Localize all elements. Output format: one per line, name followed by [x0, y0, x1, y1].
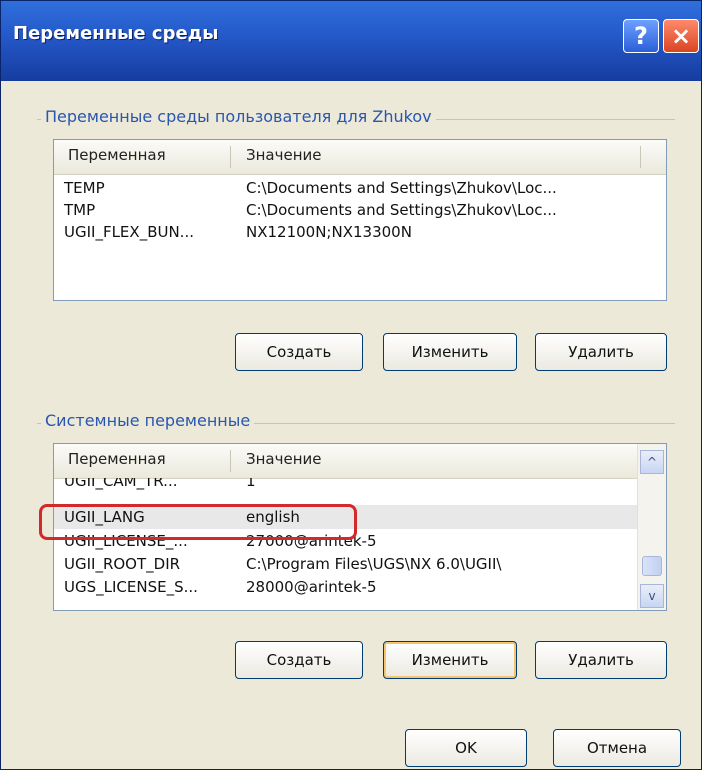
window-title: Переменные среды: [13, 23, 219, 44]
scroll-thumb[interactable]: [642, 556, 662, 576]
close-icon: ×: [670, 22, 692, 50]
column-separator: [640, 146, 641, 168]
list-item[interactable]: UGS_LICENSE_S... 28000@arintek-5: [54, 575, 666, 599]
user-vars-list[interactable]: Переменная Значение TEMP C:\Documents an…: [53, 139, 667, 301]
system-vars-scrollbar[interactable]: ^ v: [637, 444, 666, 610]
scroll-down-button[interactable]: v: [640, 584, 664, 608]
user-delete-button[interactable]: Удалить: [535, 333, 667, 371]
column-header-value[interactable]: Значение: [246, 146, 322, 164]
user-vars-group-title: Переменные среды пользователя для Zhukov: [41, 107, 436, 126]
help-button[interactable]: ?: [623, 19, 659, 53]
list-item[interactable]: UGII_ROOT_DIR C:\Program Files\UGS\NX 6.…: [54, 552, 666, 576]
variable-name: UGII_ROOT_DIR: [64, 555, 181, 573]
chevron-down-icon: v: [648, 589, 656, 603]
list-item[interactable]: TEMP C:\Documents and Settings\Zhukov\Lo…: [54, 176, 666, 200]
variable-name: TEMP: [64, 179, 105, 197]
scroll-up-button[interactable]: ^: [640, 450, 664, 474]
variable-value: 1: [246, 478, 256, 490]
user-edit-button[interactable]: Изменить: [383, 333, 517, 371]
list-item[interactable]: TMP C:\Documents and Settings\Zhukov\Loc…: [54, 198, 666, 222]
ok-button[interactable]: OK: [405, 729, 527, 767]
list-item[interactable]: UGII_CAM_TR... 1: [54, 478, 666, 496]
variable-value: C:\Program Files\UGS\NX 6.0\UGII\: [246, 555, 502, 573]
system-vars-list-header: Переменная Значение: [54, 444, 638, 479]
column-separator: [230, 450, 231, 472]
cancel-button[interactable]: Отмена: [553, 729, 681, 767]
column-header-variable[interactable]: Переменная: [68, 146, 166, 164]
title-bar[interactable]: Переменные среды ? ×: [1, 1, 701, 81]
variable-value: 28000@arintek-5: [246, 578, 377, 596]
system-edit-button[interactable]: Изменить: [383, 641, 517, 679]
user-vars-list-header: Переменная Значение: [54, 140, 666, 175]
column-header-value[interactable]: Значение: [246, 450, 322, 468]
column-header-variable[interactable]: Переменная: [68, 450, 166, 468]
variable-value: C:\Documents and Settings\Zhukov\Loc...: [246, 179, 557, 197]
annotation-highlight: [39, 504, 357, 540]
help-icon: ?: [634, 22, 648, 50]
system-delete-button[interactable]: Удалить: [535, 641, 667, 679]
column-separator: [230, 146, 231, 168]
variable-name: TMP: [64, 201, 96, 219]
list-item[interactable]: UGII_FLEX_BUN... NX12100N;NX13300N: [54, 220, 666, 244]
system-vars-group-title: Системные переменные: [41, 411, 255, 430]
variable-value: NX12100N;NX13300N: [246, 223, 412, 241]
user-create-button[interactable]: Создать: [235, 333, 363, 371]
system-create-button[interactable]: Создать: [235, 641, 363, 679]
chevron-up-icon: ^: [646, 455, 658, 469]
variable-name: UGII_FLEX_BUN...: [64, 223, 194, 241]
close-button[interactable]: ×: [663, 19, 699, 53]
environment-variables-dialog: Переменные среды ? × Переменные среды по…: [0, 0, 702, 770]
variable-value: C:\Documents and Settings\Zhukov\Loc...: [246, 201, 557, 219]
variable-name: UGII_CAM_TR...: [64, 478, 178, 490]
variable-name: UGS_LICENSE_S...: [64, 578, 198, 596]
